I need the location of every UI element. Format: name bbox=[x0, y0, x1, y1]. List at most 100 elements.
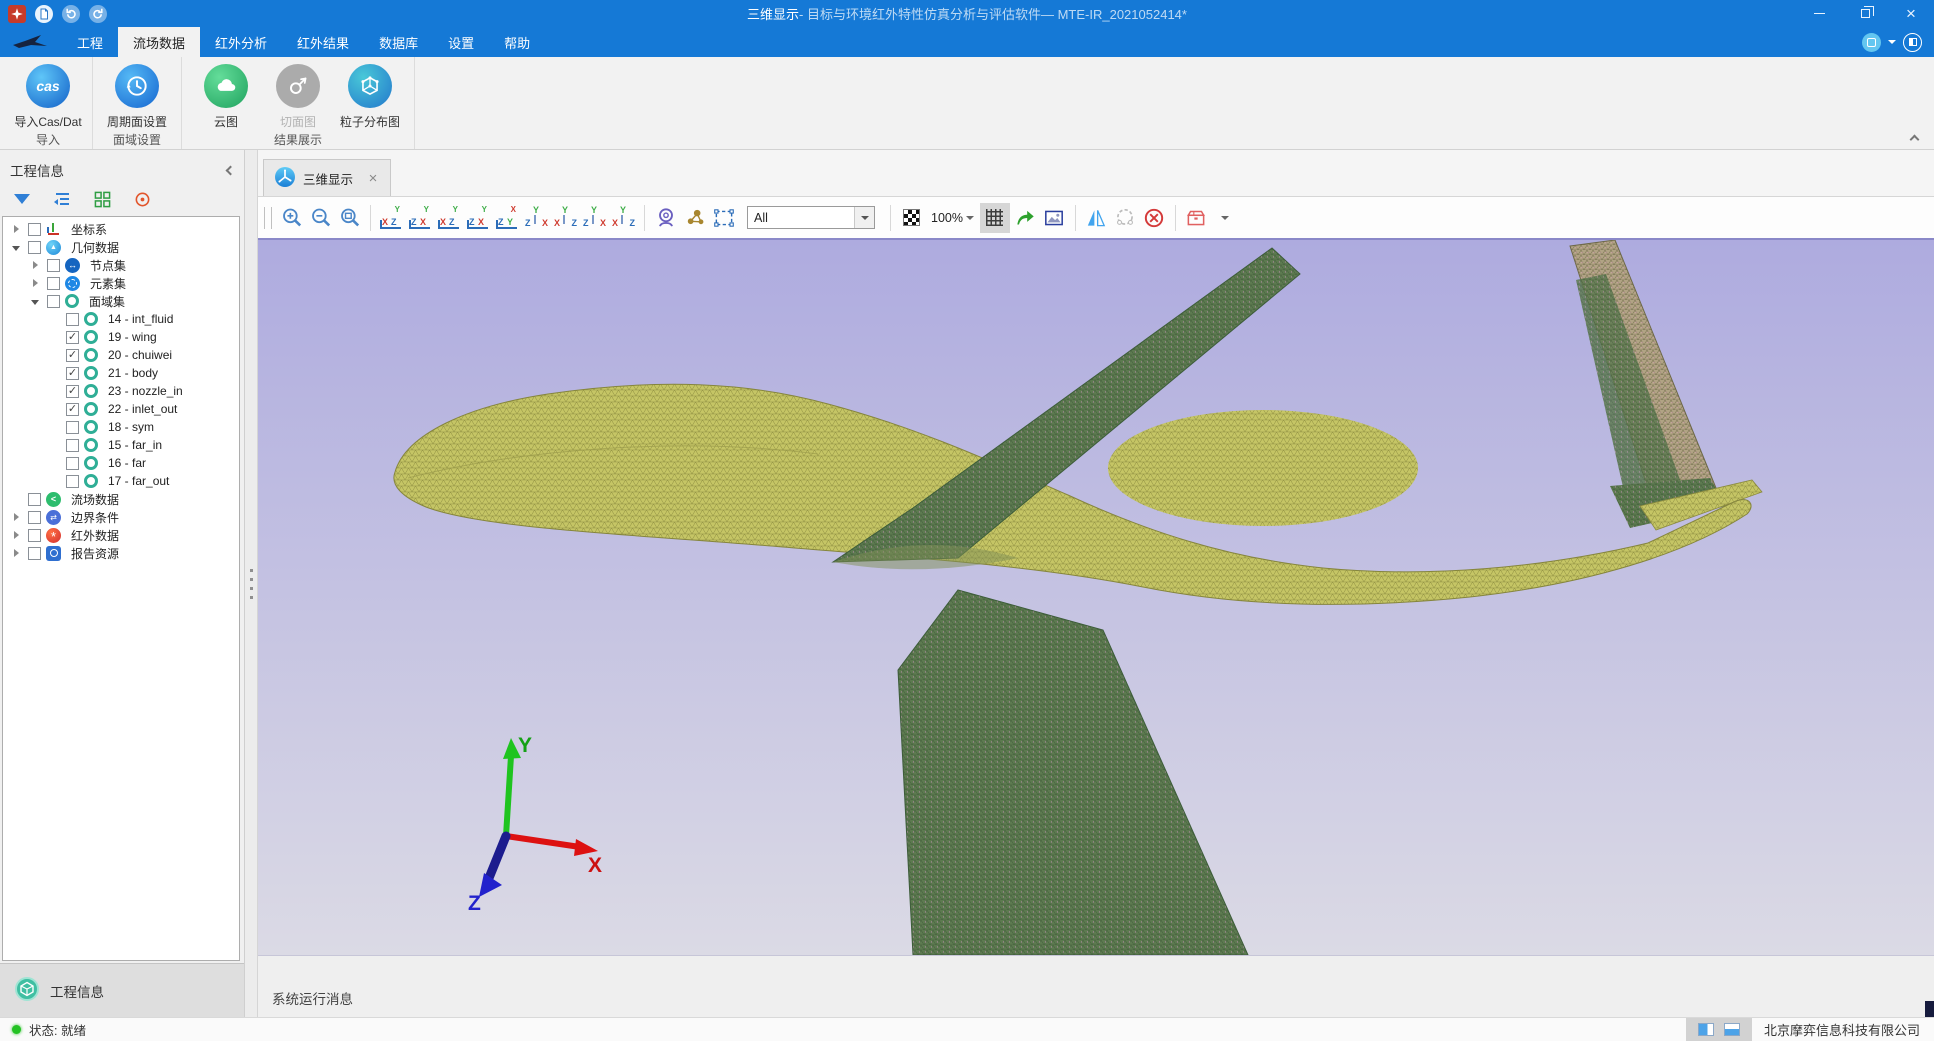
checkbox[interactable] bbox=[66, 349, 79, 362]
lasso-icon[interactable] bbox=[1112, 203, 1139, 233]
tree-item-face-14-int-fluid[interactable]: 14 - int_fluid bbox=[3, 310, 239, 328]
3d-viewport[interactable]: Y X Z bbox=[258, 240, 1934, 955]
import-cas-dat-button[interactable]: cas导入Cas/Dat bbox=[12, 57, 84, 130]
view-right-icon[interactable] bbox=[465, 205, 492, 231]
contour-plot-button[interactable]: 云图 bbox=[190, 57, 262, 130]
redo-view-icon[interactable] bbox=[1012, 203, 1039, 233]
box-select-icon[interactable] bbox=[710, 203, 737, 233]
expand-arrow-icon[interactable] bbox=[9, 222, 23, 236]
checkbox[interactable] bbox=[66, 421, 79, 434]
layout-left-panel-icon[interactable] bbox=[1698, 1023, 1714, 1036]
close-button[interactable] bbox=[1888, 0, 1934, 27]
view-top-icon[interactable] bbox=[494, 205, 521, 231]
checkbox[interactable] bbox=[28, 241, 41, 254]
tab-3d-view[interactable]: 三维显示 bbox=[263, 159, 391, 196]
view-left-icon[interactable] bbox=[436, 205, 463, 231]
checkbox[interactable] bbox=[66, 439, 79, 452]
delete-icon[interactable] bbox=[1141, 203, 1168, 233]
grid-view-icon[interactable] bbox=[92, 189, 112, 209]
display-filter-select[interactable]: All bbox=[747, 206, 875, 229]
expand-arrow-icon[interactable] bbox=[9, 510, 23, 524]
view-back-icon[interactable] bbox=[407, 205, 434, 231]
filter-icon[interactable] bbox=[12, 189, 32, 209]
particle-distribution-button[interactable]: 粒子分布图 bbox=[334, 57, 406, 130]
zoom-in-icon[interactable] bbox=[278, 203, 305, 233]
checkbox[interactable] bbox=[47, 259, 60, 272]
layout-bottom-panel-icon[interactable] bbox=[1724, 1023, 1740, 1036]
expand-arrow-icon[interactable] bbox=[9, 546, 23, 560]
app-icon[interactable] bbox=[8, 5, 26, 23]
tree-item-face-18-sym[interactable]: 18 - sym bbox=[3, 418, 239, 436]
view-iso-4-icon[interactable] bbox=[610, 205, 637, 231]
molecule-icon[interactable] bbox=[681, 203, 708, 233]
collapse-ribbon-button[interactable] bbox=[1908, 133, 1920, 143]
restore-button[interactable] bbox=[1842, 0, 1888, 27]
expand-arrow-icon[interactable] bbox=[28, 258, 42, 272]
toolbar-grip[interactable] bbox=[264, 207, 272, 229]
collapse-arrow-icon[interactable] bbox=[28, 294, 42, 308]
checkbox[interactable] bbox=[28, 547, 41, 560]
view-iso-1-icon[interactable] bbox=[523, 205, 550, 231]
zoom-out-icon[interactable] bbox=[307, 203, 334, 233]
tree-item-node-set[interactable]: 节点集 bbox=[3, 256, 239, 274]
tree-item-element-set[interactable]: 元素集 bbox=[3, 274, 239, 292]
checkbox[interactable] bbox=[28, 223, 41, 236]
checkbox[interactable] bbox=[28, 493, 41, 506]
checkbox[interactable] bbox=[28, 529, 41, 542]
export-dropdown-icon[interactable] bbox=[1212, 203, 1239, 233]
theme-button[interactable] bbox=[1862, 33, 1881, 52]
target-icon[interactable] bbox=[132, 189, 152, 209]
theme-dropdown-icon[interactable] bbox=[1888, 40, 1896, 48]
collapse-panel-icon[interactable] bbox=[226, 165, 236, 175]
checkbox[interactable] bbox=[47, 295, 60, 308]
checkbox[interactable] bbox=[66, 367, 79, 380]
style-button[interactable] bbox=[1903, 33, 1922, 52]
view-iso-2-icon[interactable] bbox=[552, 205, 579, 231]
outline-list-icon[interactable] bbox=[52, 189, 72, 209]
periodic-face-settings-button[interactable]: 周期面设置 bbox=[101, 57, 173, 130]
tree-item-face-23-nozzle-in[interactable]: 23 - nozzle_in bbox=[3, 382, 239, 400]
tree-item-face-19-wing[interactable]: 19 - wing bbox=[3, 328, 239, 346]
transparency-checker-icon[interactable] bbox=[898, 203, 925, 233]
tree-item-boundary-conditions[interactable]: 边界条件 bbox=[3, 508, 239, 526]
zoom-fit-icon[interactable] bbox=[336, 203, 363, 233]
snapshot-icon[interactable] bbox=[1041, 203, 1068, 233]
tree-item-infrared-data[interactable]: 红外数据 bbox=[3, 526, 239, 544]
mesh-toggle-button[interactable] bbox=[980, 203, 1010, 233]
transparency-percent-button[interactable]: 100% bbox=[927, 203, 978, 233]
panel-bottom-bar[interactable]: 工程信息 bbox=[0, 963, 244, 1017]
camera-icon[interactable] bbox=[652, 203, 679, 233]
tree-item-face-22-inlet-out[interactable]: 22 - inlet_out bbox=[3, 400, 239, 418]
checkbox[interactable] bbox=[66, 313, 79, 326]
tree-item-face-15-far-in[interactable]: 15 - far_in bbox=[3, 436, 239, 454]
close-tab-icon[interactable] bbox=[366, 171, 380, 185]
tree-item-flow-data[interactable]: 流场数据 bbox=[3, 490, 239, 508]
redo-button[interactable] bbox=[89, 5, 107, 23]
checkbox[interactable] bbox=[66, 403, 79, 416]
tree-item-report-resources[interactable]: 报告资源 bbox=[3, 544, 239, 562]
tree-item-coordinate-system[interactable]: 坐标系 bbox=[3, 220, 239, 238]
panel-splitter[interactable] bbox=[245, 150, 258, 1017]
menu-item-infrared-analysis[interactable]: 红外分析 bbox=[200, 27, 282, 57]
undo-button[interactable] bbox=[62, 5, 80, 23]
tree-item-face-16-far[interactable]: 16 - far bbox=[3, 454, 239, 472]
checkbox[interactable] bbox=[47, 277, 60, 290]
view-front-icon[interactable] bbox=[378, 205, 405, 231]
menu-item-database[interactable]: 数据库 bbox=[364, 27, 433, 57]
new-document-button[interactable] bbox=[35, 5, 53, 23]
export-box-icon[interactable] bbox=[1183, 203, 1210, 233]
checkbox[interactable] bbox=[66, 331, 79, 344]
tree-item-face-17-far-out[interactable]: 17 - far_out bbox=[3, 472, 239, 490]
tree-item-face-set[interactable]: 面域集 bbox=[3, 292, 239, 310]
view-iso-3-icon[interactable] bbox=[581, 205, 608, 231]
combo-dropdown-button[interactable] bbox=[854, 207, 874, 228]
tree-item-face-21-body[interactable]: 21 - body bbox=[3, 364, 239, 382]
menu-item-flow-field-data[interactable]: 流场数据 bbox=[118, 27, 200, 57]
checkbox[interactable] bbox=[66, 457, 79, 470]
tree-item-geometry-data[interactable]: 几何数据 bbox=[3, 238, 239, 256]
checkbox[interactable] bbox=[28, 511, 41, 524]
menu-item-project[interactable]: 工程 bbox=[62, 27, 118, 57]
expand-arrow-icon[interactable] bbox=[9, 528, 23, 542]
checkbox[interactable] bbox=[66, 475, 79, 488]
expand-arrow-icon[interactable] bbox=[28, 276, 42, 290]
